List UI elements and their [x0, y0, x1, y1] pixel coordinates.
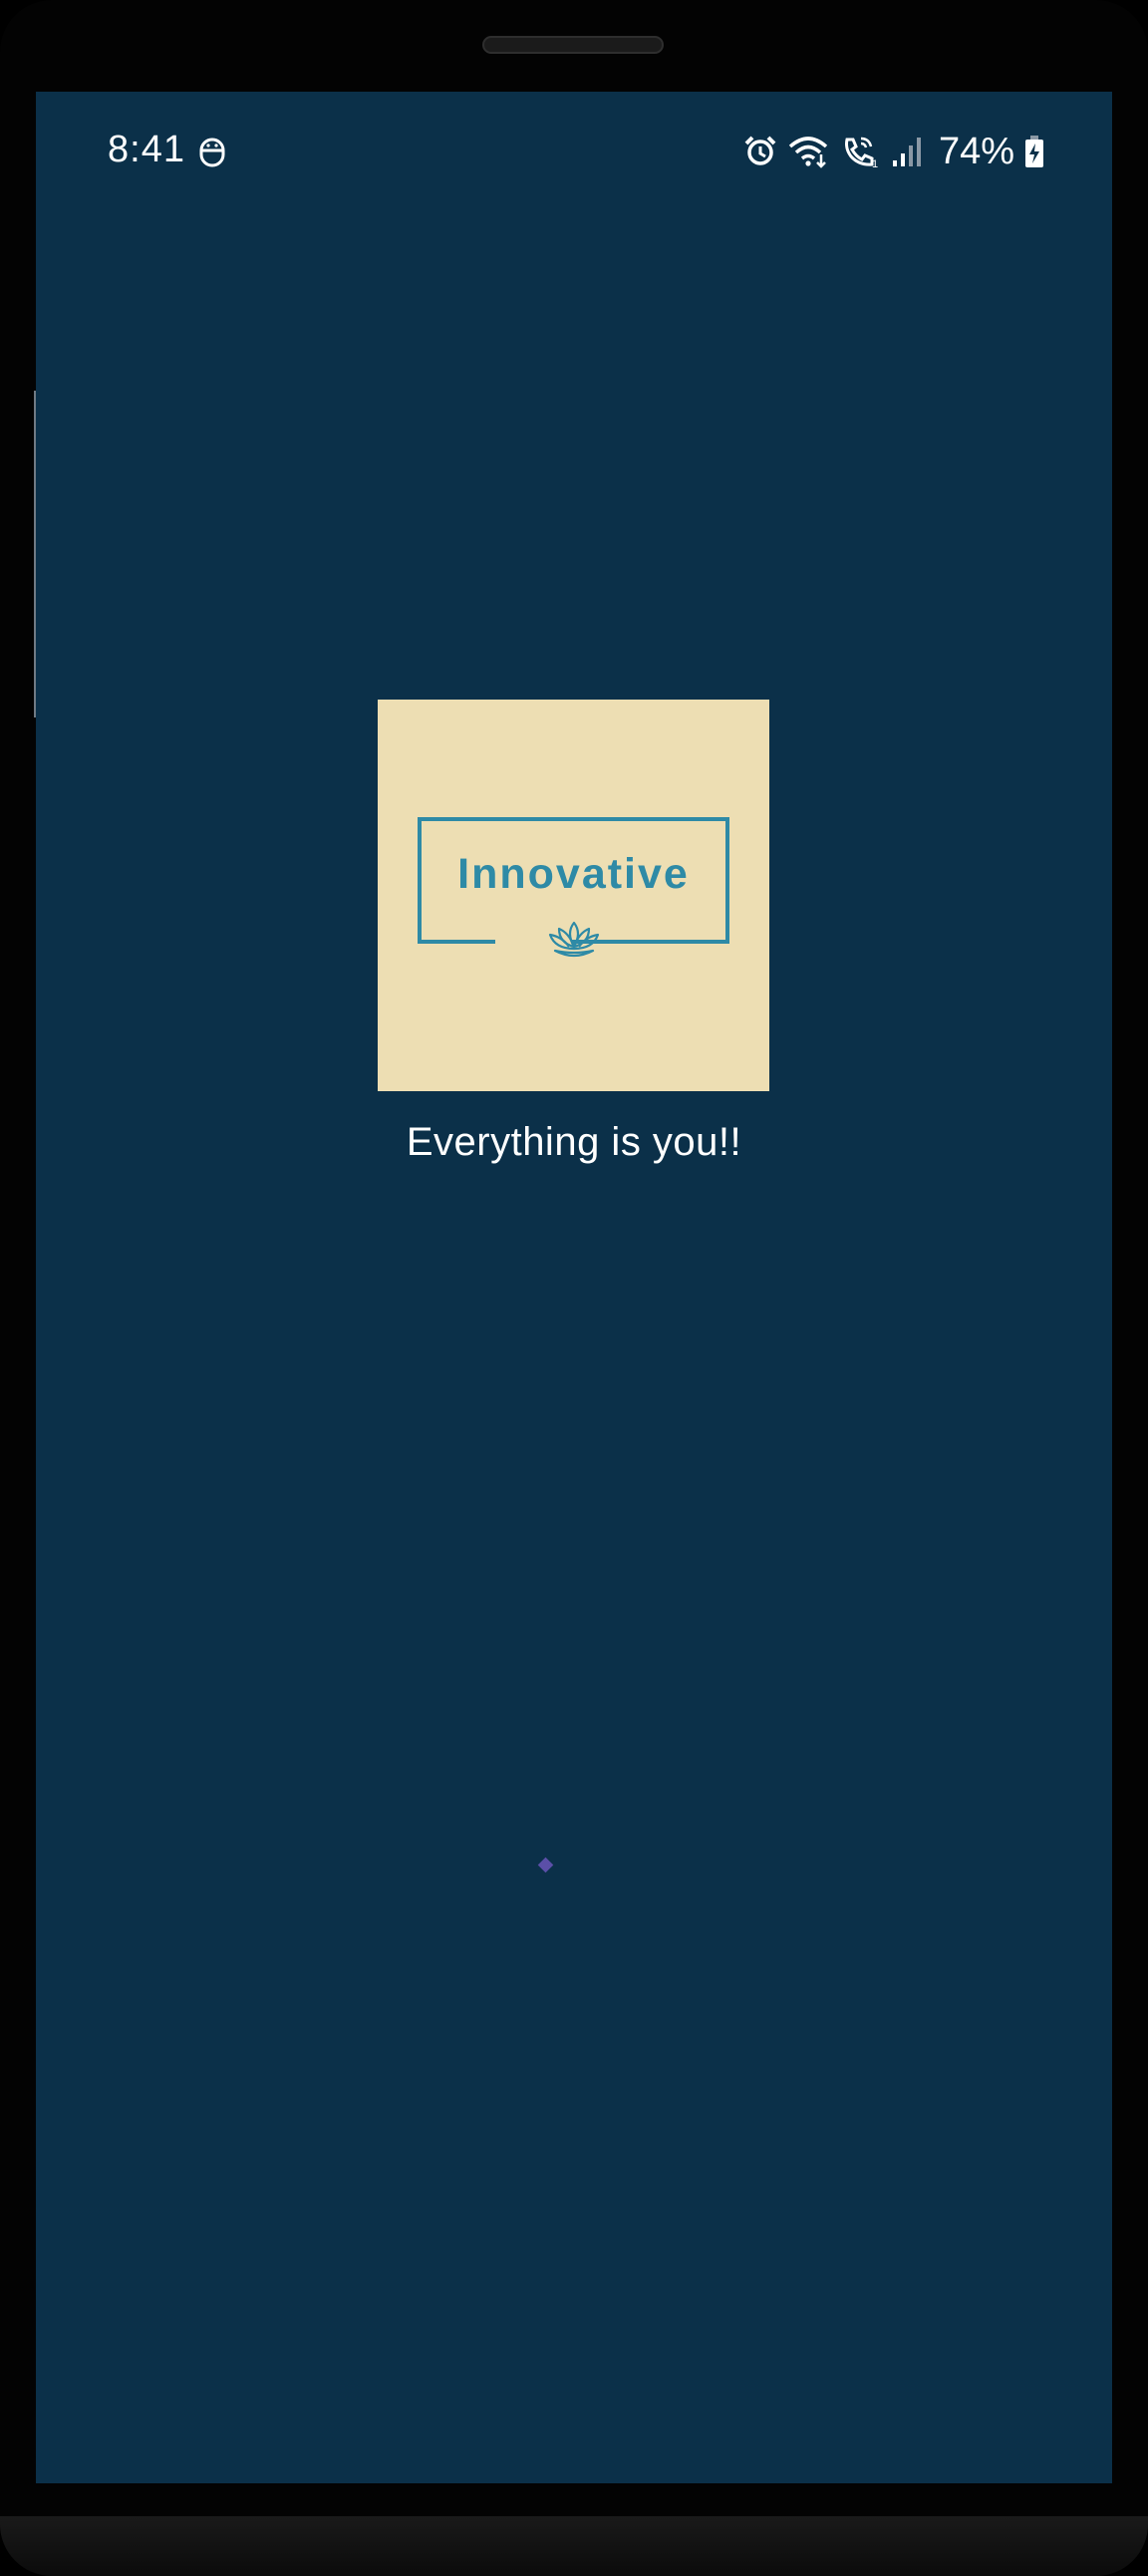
battery-charging-icon: [1025, 136, 1043, 167]
loading-indicator-icon: [537, 1857, 554, 1873]
wifi-calling-icon: 1: [844, 137, 878, 168]
device-bottom-bezel: [0, 2516, 1148, 2576]
wifi-icon: [788, 137, 828, 168]
splash-tagline: Everything is you!!: [406, 1120, 742, 1164]
assistant-face-icon: [199, 138, 225, 167]
phone-device-frame: 8:41 1 74% Innovative Everything is you!…: [0, 0, 1148, 2576]
earpiece-speaker: [482, 36, 664, 54]
logo-text: Innovative: [457, 850, 690, 898]
status-icons: 1 74%: [743, 130, 1044, 173]
app-logo: Innovative: [378, 700, 769, 1091]
status-time: 8:41: [108, 129, 185, 170]
status-bar: 8:41 1 74%: [36, 92, 1112, 211]
signal-icon: [892, 138, 921, 166]
alarm-icon: [744, 136, 776, 165]
app-screen: 8:41 1 74% Innovative Everything is you!…: [36, 92, 1112, 2483]
battery-percentage: 74%: [938, 131, 1014, 172]
lotus-icon: [548, 921, 600, 958]
svg-text:1: 1: [872, 158, 878, 168]
